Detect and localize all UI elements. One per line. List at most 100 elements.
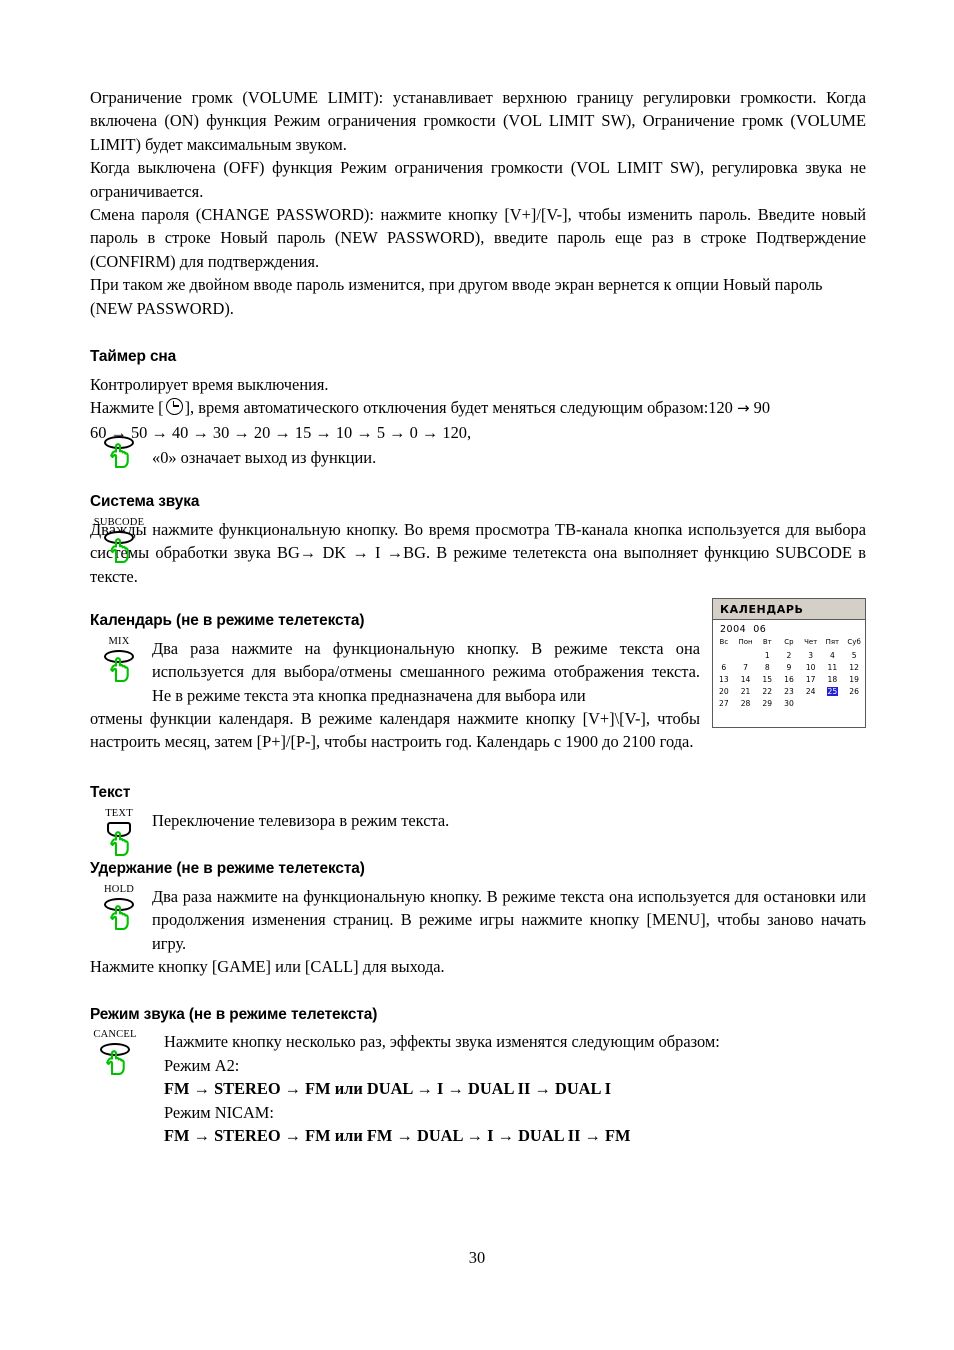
calendar-weekday-header: Пят (825, 638, 840, 646)
calendar-day-cell[interactable]: 23 (778, 685, 800, 697)
calendar-day-cell[interactable]: 22 (756, 685, 778, 697)
calendar-grid: Вс Пон Вт Ср Чет Пят Суб 1 2 3 4 5 6 7 8 9 10 11 12… (713, 637, 865, 709)
calendar-day[interactable]: 2 (786, 651, 793, 660)
calendar-day[interactable]: 14 (740, 675, 752, 684)
calendar-day[interactable]: 6 (720, 663, 727, 672)
calendar-day[interactable]: 15 (761, 675, 773, 684)
calendar-day[interactable]: 8 (764, 663, 771, 672)
text-mode-text: Переключение телевизора в режим текста. (152, 810, 450, 830)
calendar-day[interactable]: 1 (764, 651, 771, 660)
calendar-day[interactable]: 12 (848, 663, 860, 672)
calendar-day[interactable]: 9 (786, 663, 793, 672)
calendar-day-cell (843, 697, 865, 709)
calendar-day-cell[interactable]: 11 (822, 661, 844, 673)
calendar-day-cell[interactable]: 16 (778, 673, 800, 685)
calendar-day-cell[interactable]: 7 (735, 661, 757, 673)
calendar-day[interactable]: 13 (718, 675, 730, 684)
sound-mode-line-2: Режим A2: (164, 1055, 240, 1075)
pointing-hand-icon (106, 537, 132, 563)
calendar-day-cell[interactable]: 24 (800, 685, 822, 697)
calendar-day-cell[interactable]: 4 (822, 649, 844, 661)
calendar-day-selected[interactable]: 25 (826, 686, 839, 696)
sound-mode-line-4: Режим NICAM: (164, 1102, 274, 1122)
calendar-day[interactable]: 18 (827, 675, 839, 684)
calendar-day[interactable]: 5 (851, 651, 858, 660)
calendar-day-cell[interactable]: 18 (822, 673, 844, 685)
calendar-day-cell[interactable]: 21 (735, 685, 757, 697)
calendar-day-cell[interactable]: 26 (843, 685, 865, 697)
calendar-day[interactable]: 22 (761, 687, 773, 696)
calendar-day[interactable]: 19 (848, 675, 860, 684)
pointing-hand-icon (106, 830, 132, 856)
calendar-widget: КАЛЕНДАРЬ 2004 06 Вс Пон Вт Ср Чет Пят С… (712, 598, 866, 728)
intro-paragraph-1: Ограничение громк (VOLUME LIMIT): устана… (90, 88, 866, 154)
calendar-day-cell[interactable]: 29 (756, 697, 778, 709)
calendar-day-cell[interactable]: 9 (778, 661, 800, 673)
function-button-icon-cancel[interactable]: CANCEL (84, 1030, 146, 1076)
calendar-day[interactable]: 29 (761, 699, 773, 708)
calendar-day[interactable]: 28 (740, 699, 752, 708)
sound-system-text: Дважды нажмите функциональную кнопку. Во… (90, 519, 866, 586)
calendar-day-cell[interactable]: 10 (800, 661, 822, 673)
function-button-icon-subcode[interactable]: SUBCODE (88, 516, 150, 563)
calendar-day-cell[interactable]: 25 (822, 685, 844, 697)
calendar-day-cell[interactable]: 15 (756, 673, 778, 685)
sleep-timer-line-2: Нажмите [], время автоматического отключ… (90, 396, 866, 420)
calendar-week-row: 13 14 15 16 17 18 19 (713, 673, 865, 685)
calendar-day[interactable]: 11 (827, 663, 839, 672)
calendar-day[interactable]: 30 (783, 699, 795, 708)
calendar-day[interactable]: 24 (805, 687, 817, 696)
calendar-day-cell[interactable]: 8 (756, 661, 778, 673)
calendar-weekday-header: Вт (762, 638, 772, 646)
calendar-day[interactable]: 21 (740, 687, 752, 696)
function-button-icon-text[interactable]: TEXT (88, 808, 150, 856)
calendar-day-cell[interactable]: 2 (778, 649, 800, 661)
calendar-title: КАЛЕНДАРЬ (713, 599, 865, 620)
document-page: Ограничение громк (VOLUME LIMIT): устана… (0, 0, 954, 1350)
calendar-day-cell[interactable]: 27 (713, 697, 735, 709)
sleep-timer-sequence: 60 → 50 → 40 → 30 → 20 → 15 → 10 → 5 → 0… (90, 422, 472, 442)
calendar-week-row: 6 7 8 9 10 11 12 (713, 661, 865, 673)
calendar-day-cell[interactable]: 6 (713, 661, 735, 673)
calendar-weekday-header: Ср (784, 638, 794, 646)
icon-caption-subcode: SUBCODE (93, 516, 145, 528)
calendar-day[interactable]: 20 (718, 687, 730, 696)
calendar-day-cell[interactable]: 13 (713, 673, 735, 685)
calendar-day-cell[interactable]: 12 (843, 661, 865, 673)
section-heading-hold: Удержание (не в режиме телетекста) (90, 859, 365, 877)
function-button-icon-mix[interactable]: MIX (88, 636, 150, 682)
calendar-day-cell[interactable]: 20 (713, 685, 735, 697)
section-heading-sound-system: Система звука (90, 492, 200, 510)
calendar-day[interactable]: 16 (783, 675, 795, 684)
calendar-day-cell[interactable]: 30 (778, 697, 800, 709)
calendar-day-cell[interactable]: 14 (735, 673, 757, 685)
calendar-day[interactable]: 26 (848, 687, 860, 696)
calendar-day-cell[interactable]: 1 (756, 649, 778, 661)
clock-icon (165, 398, 183, 416)
calendar-day-cell[interactable]: 5 (843, 649, 865, 661)
calendar-day[interactable]: 23 (783, 687, 795, 696)
calendar-weekday-header: Пон (738, 638, 753, 646)
intro-paragraph-3: Смена пароля (CHANGE PASSWORD): нажмите … (90, 205, 866, 271)
calendar-text-full: отмены функции календаря. В режиме кален… (90, 708, 700, 752)
calendar-month: 06 (753, 624, 767, 635)
section-heading-sleep-timer: Таймер сна (90, 348, 177, 366)
function-button-icon-hold[interactable]: HOLD (88, 884, 150, 930)
calendar-year-month: 2004 06 (713, 620, 865, 637)
calendar-day-cell[interactable]: 3 (800, 649, 822, 661)
calendar-day[interactable]: 27 (718, 699, 730, 708)
calendar-day-cell[interactable]: 28 (735, 697, 757, 709)
calendar-day[interactable]: 4 (829, 651, 836, 660)
section-heading-text-mode: Текст (90, 783, 131, 801)
calendar-day[interactable]: 7 (742, 663, 749, 672)
sleep-timer-note: «0» означает выход из функции. (152, 448, 377, 468)
sleep-timer-sequence-head: 90 (753, 398, 771, 418)
section-sleep-timer: Таймер сна Контролирует время выключения… (90, 347, 866, 470)
section-sound-system: Система звука SUBCODE Дважды нажмите фун… (90, 492, 866, 590)
calendar-day-cell[interactable]: 19 (843, 673, 865, 685)
calendar-day-cell[interactable]: 17 (800, 673, 822, 685)
calendar-day[interactable]: 10 (805, 663, 817, 672)
calendar-day[interactable]: 17 (805, 675, 817, 684)
function-button-icon-sleep-timer[interactable] (88, 423, 150, 468)
calendar-day[interactable]: 3 (807, 651, 814, 660)
